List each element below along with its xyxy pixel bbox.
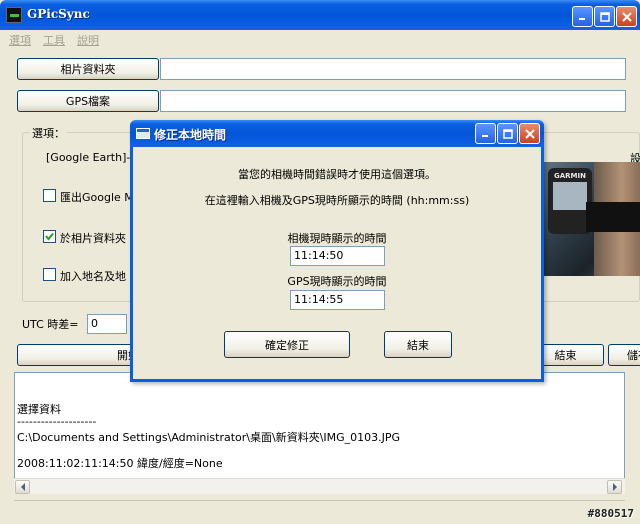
- menu-bar: 選項 工具 說明: [0, 30, 640, 48]
- dialog-minimize-button[interactable]: [475, 123, 496, 144]
- utc-offset-input[interactable]: 0: [87, 314, 127, 334]
- close-icon: [524, 128, 535, 139]
- gps-time-label: GPS現時顯示的時間: [287, 275, 387, 288]
- in-photo-folder-label: 於相片資料夾: [60, 232, 126, 245]
- close-button[interactable]: [616, 6, 637, 27]
- app-icon: [6, 7, 22, 23]
- arrow-right-icon: [612, 483, 617, 491]
- confirm-fix-button[interactable]: 確定修正: [224, 331, 350, 358]
- minimize-button[interactable]: [572, 6, 593, 27]
- dialog-close-text-button[interactable]: 結束: [384, 331, 452, 358]
- export-google-label: 匯出Google M: [60, 191, 134, 204]
- dialog-window-icon: [136, 128, 150, 139]
- log-line: 2008:11:02:11:14:50 緯度/經度=None: [17, 457, 223, 470]
- export-google-checkbox[interactable]: [43, 189, 56, 202]
- scroll-right-button[interactable]: [607, 480, 622, 494]
- log-line: C:\Documents and Settings\Administrator\…: [17, 431, 401, 444]
- window-title: GPicSync: [27, 7, 90, 21]
- gps-file-input[interactable]: [160, 90, 626, 112]
- maximize-button[interactable]: [594, 6, 615, 27]
- log-line: --------------------: [17, 415, 97, 428]
- wristband-image: [586, 202, 640, 232]
- add-place-checkbox[interactable]: [43, 268, 56, 281]
- close-icon: [621, 11, 632, 22]
- gps-time-input[interactable]: 11:14:55: [290, 290, 385, 310]
- google-earth-label: [Google Earth]-:: [46, 151, 135, 164]
- menu-options[interactable]: 選項: [9, 32, 31, 48]
- gps-file-button[interactable]: GPS檔案: [17, 90, 159, 112]
- add-place-label: 加入地名及地: [60, 270, 126, 283]
- utc-label: UTC 時差=: [22, 318, 79, 331]
- dialog-info-line-1: 當您的相機時間錯誤時才使用這個選項。: [238, 168, 436, 181]
- maximize-icon: [502, 128, 513, 139]
- dialog-maximize-button[interactable]: [497, 123, 518, 144]
- checkmark-icon: [45, 232, 54, 241]
- device-screen: [553, 182, 587, 210]
- camera-time-label: 相機現時顯示的時間: [287, 232, 387, 245]
- photo-folder-button[interactable]: 相片資料夾: [17, 58, 159, 80]
- photo-preview: GARMIN: [542, 162, 640, 276]
- horizontal-scrollbar[interactable]: [14, 478, 625, 494]
- dialog-title: 修正本地時間: [154, 128, 227, 142]
- title-bar[interactable]: GPicSync: [0, 0, 640, 30]
- status-bar: [14, 500, 625, 518]
- device-brand: GARMIN: [554, 172, 586, 180]
- minimize-icon: [482, 135, 488, 137]
- watermark: #880517: [587, 507, 634, 520]
- log-textarea[interactable]: 選擇資料 -------------------- C:\Documents a…: [14, 372, 625, 494]
- in-photo-folder-checkbox[interactable]: [43, 230, 56, 243]
- menu-tools[interactable]: 工具: [43, 32, 65, 48]
- maximize-icon: [599, 11, 610, 22]
- save-button[interactable]: 儲存: [608, 344, 640, 366]
- dialog-info-line-2: 在這裡輸入相機及GPS現時所顯示的時間 (hh:mm:ss): [204, 194, 470, 207]
- options-label: 選項：: [30, 125, 67, 141]
- scroll-left-button[interactable]: [15, 480, 30, 494]
- camera-time-input[interactable]: 11:14:50: [290, 246, 385, 266]
- dialog-close-button[interactable]: [519, 123, 540, 144]
- fix-local-time-dialog: 修正本地時間 當您的相機時間錯誤時才使用這個選項。 在這裡輸入相機及GPS現時所…: [130, 120, 544, 382]
- minimize-icon: [579, 18, 585, 20]
- dialog-title-bar[interactable]: 修正本地時間: [130, 120, 544, 147]
- menu-help[interactable]: 說明: [77, 32, 99, 48]
- photo-folder-input[interactable]: [160, 58, 626, 80]
- arrow-left-icon: [20, 483, 25, 491]
